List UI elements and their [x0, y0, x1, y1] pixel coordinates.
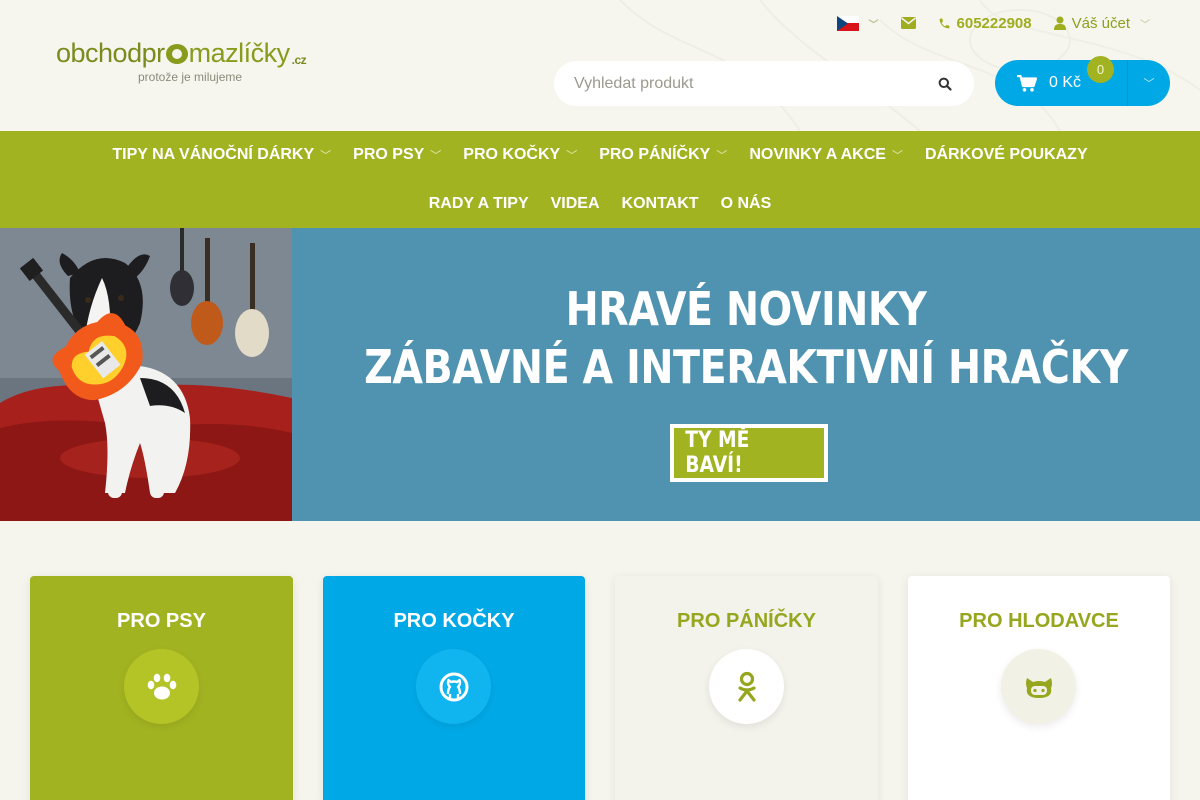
search-icon[interactable]	[936, 75, 954, 93]
category-title: PRO PÁNÍČKY	[677, 610, 816, 632]
nav-item-label: VIDEA	[550, 195, 600, 212]
phone-icon	[939, 18, 949, 28]
nav-item-label: NOVINKY A AKCE	[749, 146, 886, 163]
person-icon	[737, 671, 756, 702]
cart-dropdown-toggle[interactable]: ﹀	[1128, 75, 1170, 91]
category-title: PRO KOČKY	[393, 610, 515, 632]
nav-item-label: KONTAKT	[621, 195, 699, 212]
envelope-icon	[900, 17, 916, 29]
hero-banner[interactable]: HRAVÉ NOVINKY ZÁBAVNÉ A INTERAKTIVNÍ HRA…	[0, 228, 1200, 521]
site-header: obchodpr mazlíčky .cz protože je milujeme …	[0, 0, 1200, 131]
banner-cta-button[interactable]: TY MĚ BAVÍ!	[670, 424, 828, 482]
dog-with-guitar-photo	[0, 228, 292, 521]
logo-tagline: protože je milujeme	[138, 70, 243, 84]
nav-item-gift-vouchers[interactable]: DÁRKOVÉ POUKAZY	[914, 145, 1099, 165]
nav-row-2: RADY A TIPY VIDEA KONTAKT O NÁS	[0, 194, 1200, 214]
nav-item-label: PRO KOČKY	[463, 146, 561, 163]
cat-icon	[439, 672, 468, 701]
cart-total: 0 Kč	[1049, 74, 1082, 91]
category-icon-circle	[124, 649, 199, 724]
banner-title-line-2: ZÁBAVNÉ A INTERAKTIVNÍ HRAČKY	[364, 340, 1128, 394]
chevron-down-icon: ﹀	[891, 150, 903, 162]
chevron-down-icon: ﹀	[430, 150, 442, 162]
email-link[interactable]	[900, 17, 916, 29]
top-bar: ﹀ 605222908 Váš účet ﹀	[815, 10, 1150, 36]
search-input[interactable]	[574, 74, 936, 93]
chevron-down-icon: ﹀	[1143, 78, 1155, 90]
account-label: Váš účet	[1071, 14, 1130, 32]
category-title: PRO HLODAVCE	[959, 610, 1119, 632]
category-icon-circle	[709, 649, 784, 724]
phone-link[interactable]: 605222908	[938, 15, 1032, 32]
nav-item-dogs[interactable]: PRO PSY ﹀	[342, 145, 452, 165]
category-icon-circle	[416, 649, 491, 724]
chevron-down-icon: ﹀	[716, 150, 728, 162]
nav-item-videos[interactable]: VIDEA	[540, 194, 611, 214]
nav-item-advice[interactable]: RADY A TIPY	[418, 194, 540, 214]
chevron-down-icon: ﹀	[320, 150, 332, 162]
nav-item-label: DÁRKOVÉ POUKAZY	[924, 146, 1088, 163]
nav-item-owners[interactable]: PRO PÁNÍČKY ﹀	[588, 145, 738, 165]
banner-title-line-1: HRAVÉ NOVINKY	[565, 282, 927, 336]
nav-item-label: O NÁS	[720, 195, 772, 212]
cz-flag-icon	[836, 15, 859, 31]
category-cards: PRO PSY PRO KOČKY PRO PÁNÍČKY PRO HLODAV…	[30, 576, 1170, 800]
user-icon	[1053, 16, 1066, 30]
site-logo[interactable]: obchodpr mazlíčky .cz protože je milujeme	[56, 40, 346, 90]
nav-item-label: TIPY NA VÁNOČNÍ DÁRKY	[112, 146, 315, 163]
logo-pets-icon	[165, 44, 188, 64]
paw-icon	[147, 673, 176, 699]
cart-count-badge: 0	[1087, 56, 1114, 83]
nav-item-about[interactable]: O NÁS	[710, 194, 783, 214]
chevron-down-icon: ﹀	[1140, 19, 1150, 31]
nav-item-news-sales[interactable]: NOVINKY A AKCE ﹀	[738, 145, 914, 165]
search-bar	[554, 61, 974, 106]
cart-button[interactable]: 0 Kč ﹀	[995, 60, 1170, 106]
category-card-rodents[interactable]: PRO HLODAVCE	[908, 576, 1170, 800]
category-card-dogs[interactable]: PRO PSY	[30, 576, 293, 800]
nav-item-contact[interactable]: KONTAKT	[611, 194, 710, 214]
nav-item-cats[interactable]: PRO KOČKY ﹀	[452, 145, 588, 165]
logo-text-part2: mazlíčky	[188, 38, 291, 68]
category-card-cats[interactable]: PRO KOČKY	[323, 576, 585, 800]
category-icon-circle	[1001, 649, 1076, 724]
account-menu[interactable]: Váš účet ﹀	[1053, 14, 1150, 32]
banner-title: HRAVÉ NOVINKY ZÁBAVNÉ A INTERAKTIVNÍ HRA…	[356, 280, 1137, 396]
nav-item-christmas-gifts[interactable]: TIPY NA VÁNOČNÍ DÁRKY ﹀	[101, 145, 342, 165]
logo-tld: .cz	[291, 53, 307, 67]
rodent-icon	[1025, 677, 1052, 698]
nav-item-label: PRO PÁNÍČKY	[599, 146, 711, 163]
nav-item-label: PRO PSY	[353, 146, 425, 163]
category-card-owners[interactable]: PRO PÁNÍČKY	[615, 576, 878, 800]
main-navigation: TIPY NA VÁNOČNÍ DÁRKY ﹀ PRO PSY ﹀ PRO KOČK…	[0, 131, 1200, 228]
chevron-down-icon: ﹀	[868, 19, 879, 31]
nav-item-label: RADY A TIPY	[428, 195, 529, 212]
logo-text-part1: obchodpr	[56, 38, 165, 68]
banner-cta-label: TY MĚ BAVÍ!	[685, 428, 750, 478]
nav-row-1: TIPY NA VÁNOČNÍ DÁRKY ﹀ PRO PSY ﹀ PRO KOČK…	[0, 145, 1200, 165]
chevron-down-icon: ﹀	[566, 150, 578, 162]
category-title: PRO PSY	[117, 610, 206, 632]
language-selector[interactable]: ﹀	[836, 15, 879, 31]
phone-number: 605222908	[956, 14, 1032, 32]
shopping-cart-icon	[1017, 74, 1037, 92]
